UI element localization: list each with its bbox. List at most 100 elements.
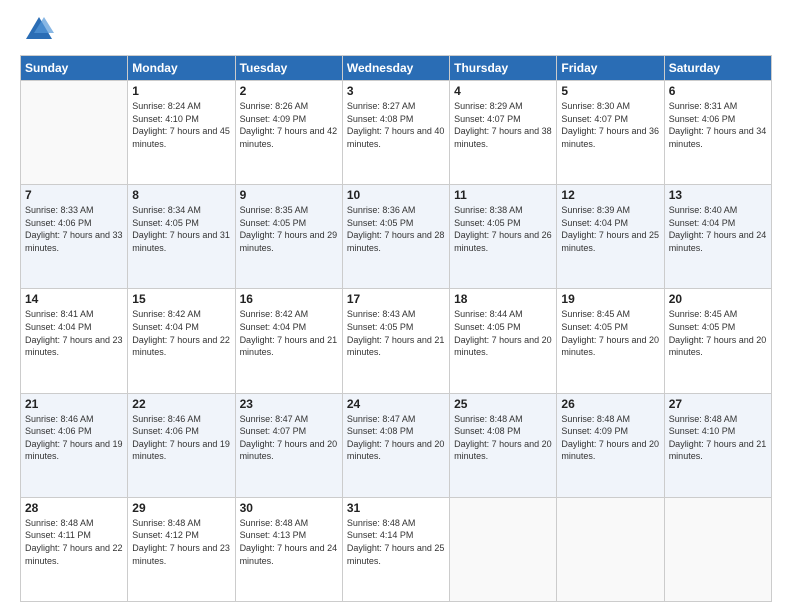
day-number: 16 (240, 292, 338, 306)
day-number: 11 (454, 188, 552, 202)
day-info: Sunrise: 8:30 AMSunset: 4:07 PMDaylight:… (561, 100, 659, 150)
calendar-cell: 28Sunrise: 8:48 AMSunset: 4:11 PMDayligh… (21, 497, 128, 601)
calendar-cell: 2Sunrise: 8:26 AMSunset: 4:09 PMDaylight… (235, 81, 342, 185)
day-number: 6 (669, 84, 767, 98)
calendar-cell: 10 Sunrise: 8:36 AMSunset: 4:05 PMDayligh… (342, 185, 449, 289)
day-info: Sunrise: 8:44 AMSunset: 4:05 PMDaylight:… (454, 308, 552, 358)
day-number: 21 (25, 397, 123, 411)
logo (20, 15, 54, 45)
page: SundayMondayTuesdayWednesdayThursdayFrid… (0, 0, 792, 612)
day-info: Sunrise: 8:31 AMSunset: 4:06 PMDaylight:… (669, 100, 767, 150)
calendar-cell: 12 Sunrise: 8:39 AMSunset: 4:04 PMDayligh… (557, 185, 664, 289)
day-number: 27 (669, 397, 767, 411)
day-number: 9 (240, 188, 338, 202)
day-number: 23 (240, 397, 338, 411)
day-number: 8 (132, 188, 230, 202)
day-info: Sunrise: 8:39 AMSunset: 4:04 PMDaylight:… (561, 204, 659, 254)
calendar-cell: 15 Sunrise: 8:42 AMSunset: 4:04 PMDayligh… (128, 289, 235, 393)
weekday-header-row: SundayMondayTuesdayWednesdayThursdayFrid… (21, 56, 772, 81)
day-info: Sunrise: 8:40 AMSunset: 4:04 PMDaylight:… (669, 204, 767, 254)
calendar-cell: 24 Sunrise: 8:47 AMSunset: 4:08 PMDayligh… (342, 393, 449, 497)
calendar-cell: 20 Sunrise: 8:45 AMSunset: 4:05 PMDayligh… (664, 289, 771, 393)
day-number: 10 (347, 188, 445, 202)
weekday-header-thursday: Thursday (450, 56, 557, 81)
day-number: 7 (25, 188, 123, 202)
calendar-cell: 23 Sunrise: 8:47 AMSunset: 4:07 PMDayligh… (235, 393, 342, 497)
day-info: Sunrise: 8:34 AMSunset: 4:05 PMDaylight:… (132, 204, 230, 254)
weekday-header-monday: Monday (128, 56, 235, 81)
day-info: Sunrise: 8:48 AMSunset: 4:14 PMDaylight:… (347, 517, 445, 567)
day-info: Sunrise: 8:48 AMSunset: 4:09 PMDaylight:… (561, 413, 659, 463)
calendar-cell (557, 497, 664, 601)
day-info: Sunrise: 8:46 AMSunset: 4:06 PMDaylight:… (132, 413, 230, 463)
day-number: 4 (454, 84, 552, 98)
day-info: Sunrise: 8:27 AMSunset: 4:08 PMDaylight:… (347, 100, 445, 150)
header (20, 15, 772, 45)
calendar-cell: 22 Sunrise: 8:46 AMSunset: 4:06 PMDayligh… (128, 393, 235, 497)
day-info: Sunrise: 8:24 AMSunset: 4:10 PMDaylight:… (132, 100, 230, 150)
calendar-cell: 4 Sunrise: 8:29 AMSunset: 4:07 PMDaylight… (450, 81, 557, 185)
day-number: 15 (132, 292, 230, 306)
week-row-3: 14Sunrise: 8:41 AMSunset: 4:04 PMDayligh… (21, 289, 772, 393)
calendar-cell (450, 497, 557, 601)
day-number: 12 (561, 188, 659, 202)
calendar-cell: 30Sunrise: 8:48 AMSunset: 4:13 PMDayligh… (235, 497, 342, 601)
calendar-cell: 29 Sunrise: 8:48 AMSunset: 4:12 PMDayligh… (128, 497, 235, 601)
day-number: 19 (561, 292, 659, 306)
day-info: Sunrise: 8:48 AMSunset: 4:08 PMDaylight:… (454, 413, 552, 463)
day-number: 29 (132, 501, 230, 515)
day-number: 18 (454, 292, 552, 306)
day-info: Sunrise: 8:38 AMSunset: 4:05 PMDaylight:… (454, 204, 552, 254)
day-number: 5 (561, 84, 659, 98)
calendar-cell: 27 Sunrise: 8:48 AMSunset: 4:10 PMDayligh… (664, 393, 771, 497)
day-number: 13 (669, 188, 767, 202)
calendar-cell: 11 Sunrise: 8:38 AMSunset: 4:05 PMDayligh… (450, 185, 557, 289)
day-number: 17 (347, 292, 445, 306)
calendar-cell: 21Sunrise: 8:46 AMSunset: 4:06 PMDayligh… (21, 393, 128, 497)
day-number: 22 (132, 397, 230, 411)
calendar-table: SundayMondayTuesdayWednesdayThursdayFrid… (20, 55, 772, 602)
calendar-cell: 7 Sunrise: 8:33 AMSunset: 4:06 PMDaylight… (21, 185, 128, 289)
day-info: Sunrise: 8:29 AMSunset: 4:07 PMDaylight:… (454, 100, 552, 150)
day-info: Sunrise: 8:47 AMSunset: 4:08 PMDaylight:… (347, 413, 445, 463)
day-number: 26 (561, 397, 659, 411)
week-row-1: 1 Sunrise: 8:24 AMSunset: 4:10 PMDaylight… (21, 81, 772, 185)
calendar-cell: 13 Sunrise: 8:40 AMSunset: 4:04 PMDayligh… (664, 185, 771, 289)
calendar-cell: 5 Sunrise: 8:30 AMSunset: 4:07 PMDaylight… (557, 81, 664, 185)
week-row-5: 28Sunrise: 8:48 AMSunset: 4:11 PMDayligh… (21, 497, 772, 601)
day-number: 1 (132, 84, 230, 98)
calendar-cell: 8 Sunrise: 8:34 AMSunset: 4:05 PMDaylight… (128, 185, 235, 289)
day-info: Sunrise: 8:42 AMSunset: 4:04 PMDaylight:… (240, 308, 338, 358)
day-info: Sunrise: 8:41 AMSunset: 4:04 PMDaylight:… (25, 308, 123, 358)
day-info: Sunrise: 8:36 AMSunset: 4:05 PMDaylight:… (347, 204, 445, 254)
calendar-cell: 17 Sunrise: 8:43 AMSunset: 4:05 PMDayligh… (342, 289, 449, 393)
calendar-cell: 25Sunrise: 8:48 AMSunset: 4:08 PMDayligh… (450, 393, 557, 497)
day-info: Sunrise: 8:33 AMSunset: 4:06 PMDaylight:… (25, 204, 123, 254)
day-info: Sunrise: 8:45 AMSunset: 4:05 PMDaylight:… (561, 308, 659, 358)
day-number: 28 (25, 501, 123, 515)
week-row-2: 7 Sunrise: 8:33 AMSunset: 4:06 PMDaylight… (21, 185, 772, 289)
calendar-cell: 19 Sunrise: 8:45 AMSunset: 4:05 PMDayligh… (557, 289, 664, 393)
day-info: Sunrise: 8:48 AMSunset: 4:10 PMDaylight:… (669, 413, 767, 463)
day-info: Sunrise: 8:45 AMSunset: 4:05 PMDaylight:… (669, 308, 767, 358)
calendar-cell: 6 Sunrise: 8:31 AMSunset: 4:06 PMDaylight… (664, 81, 771, 185)
day-info: Sunrise: 8:43 AMSunset: 4:05 PMDaylight:… (347, 308, 445, 358)
day-number: 24 (347, 397, 445, 411)
day-info: Sunrise: 8:42 AMSunset: 4:04 PMDaylight:… (132, 308, 230, 358)
day-number: 20 (669, 292, 767, 306)
calendar-cell: 1 Sunrise: 8:24 AMSunset: 4:10 PMDaylight… (128, 81, 235, 185)
calendar-cell: 14Sunrise: 8:41 AMSunset: 4:04 PMDayligh… (21, 289, 128, 393)
logo-icon (24, 15, 54, 45)
day-info: Sunrise: 8:47 AMSunset: 4:07 PMDaylight:… (240, 413, 338, 463)
calendar-cell: 18 Sunrise: 8:44 AMSunset: 4:05 PMDayligh… (450, 289, 557, 393)
weekday-header-friday: Friday (557, 56, 664, 81)
calendar-cell: 26 Sunrise: 8:48 AMSunset: 4:09 PMDayligh… (557, 393, 664, 497)
weekday-header-wednesday: Wednesday (342, 56, 449, 81)
day-number: 30 (240, 501, 338, 515)
weekday-header-tuesday: Tuesday (235, 56, 342, 81)
day-number: 31 (347, 501, 445, 515)
week-row-4: 21 Sunrise: 8:46 AMSunset: 4:06 PMDayligh… (21, 393, 772, 497)
calendar-cell: 31 Sunrise: 8:48 AMSunset: 4:14 PMDayligh… (342, 497, 449, 601)
day-info: Sunrise: 8:48 AMSunset: 4:12 PMDaylight:… (132, 517, 230, 567)
weekday-header-sunday: Sunday (21, 56, 128, 81)
